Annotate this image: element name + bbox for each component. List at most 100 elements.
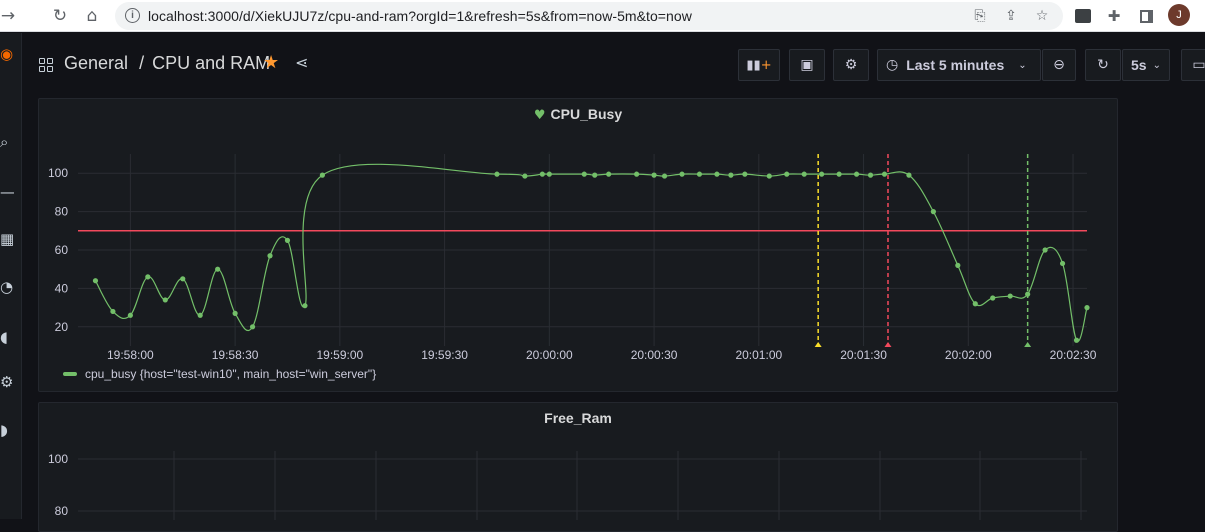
data-point bbox=[853, 171, 860, 177]
x-tick-label: 19:59:00 bbox=[316, 348, 363, 359]
grafana-sidenav: ◉ ⌕ — ▦ ◔ ◖ ⚙ ◗ bbox=[0, 33, 22, 519]
plus-icon[interactable]: — bbox=[0, 183, 14, 201]
shield-icon[interactable]: ◗ bbox=[0, 421, 14, 439]
breadcrumb-separator: / bbox=[139, 53, 145, 73]
data-point bbox=[546, 171, 552, 177]
url-text[interactable]: localhost:3000/d/XiekUJU7z/cpu-and-ram?o… bbox=[148, 8, 692, 24]
y-tick-label: 40 bbox=[55, 281, 69, 295]
breadcrumb-folder[interactable]: General bbox=[64, 53, 128, 73]
refresh-interval-picker[interactable]: 5s ⌄ bbox=[1122, 49, 1170, 81]
translate-icon[interactable]: ⎘ bbox=[971, 7, 989, 25]
ram-chart[interactable]: 80 100 bbox=[39, 403, 1119, 520]
data-point bbox=[319, 172, 325, 178]
gear-icon: ⚙ bbox=[844, 57, 858, 73]
data-point bbox=[267, 253, 273, 259]
dashboard-grid-icon bbox=[39, 58, 53, 72]
data-point bbox=[801, 171, 807, 177]
share-dashboard-icon[interactable]: ⋖ bbox=[295, 53, 308, 72]
dashboard-navbar: General / CPU and RAM ★ ⋖ ▮▮+ ▣ ⚙ ◷ Last… bbox=[23, 33, 1205, 97]
site-info-icon[interactable]: i bbox=[125, 8, 140, 23]
data-point bbox=[651, 172, 657, 178]
bookmark-star-icon[interactable]: ☆ bbox=[1033, 7, 1051, 25]
add-panel-icon: ▮▮+ bbox=[746, 57, 772, 73]
refresh-button[interactable]: ↻ bbox=[1085, 49, 1121, 81]
refresh-interval-label: 5s bbox=[1131, 57, 1147, 73]
breadcrumb: General / CPU and RAM bbox=[64, 53, 270, 74]
data-point bbox=[930, 209, 936, 215]
y-tick-label: 80 bbox=[55, 504, 69, 518]
add-panel-button[interactable]: ▮▮+ bbox=[738, 49, 780, 81]
time-range-picker[interactable]: ◷ Last 5 minutes ⌄ bbox=[877, 49, 1041, 81]
avatar[interactable]: J bbox=[1168, 4, 1190, 26]
sidepanel-icon[interactable] bbox=[1136, 6, 1156, 26]
data-point bbox=[742, 171, 748, 177]
tv-mode-button[interactable]: ▭ bbox=[1181, 49, 1205, 81]
data-point bbox=[284, 237, 291, 243]
share-icon[interactable]: ⇪ bbox=[1002, 7, 1020, 25]
address-bar[interactable]: i localhost:3000/d/XiekUJU7z/cpu-and-ram… bbox=[115, 2, 1063, 30]
x-tick-label: 20:00:00 bbox=[526, 348, 573, 359]
cpu-chart[interactable]: 20 40 60 80 100 19:58:00 19:58:30 19:59:00 19:59… bbox=[39, 99, 1119, 359]
data-point bbox=[696, 171, 703, 177]
data-point bbox=[110, 308, 116, 315]
clock-icon: ◷ bbox=[886, 57, 899, 73]
search-icon[interactable]: ⌕ bbox=[0, 133, 14, 151]
dashboards-icon[interactable]: ▦ bbox=[0, 230, 14, 248]
data-point bbox=[215, 266, 221, 272]
save-icon: ▣ bbox=[800, 57, 814, 73]
page-title[interactable]: CPU and RAM bbox=[152, 53, 270, 73]
data-point bbox=[972, 301, 978, 307]
data-point bbox=[661, 173, 668, 179]
data-point bbox=[881, 171, 888, 177]
favorite-star-icon[interactable]: ★ bbox=[263, 52, 279, 73]
data-point bbox=[606, 171, 612, 177]
cpu-panel: ♥ CPU_Busy 20 40 60 80 100 19:58:00 19:58:30 19:… bbox=[38, 98, 1118, 392]
x-tick-label: 20:01:00 bbox=[735, 348, 782, 359]
dashboard-settings-button[interactable]: ⚙ bbox=[833, 49, 869, 81]
y-tick-label: 80 bbox=[55, 205, 69, 219]
chevron-down-icon: ⌄ bbox=[1152, 59, 1161, 71]
data-point bbox=[522, 173, 528, 179]
data-point bbox=[867, 172, 874, 178]
data-point bbox=[634, 171, 640, 177]
data-point bbox=[819, 171, 825, 177]
data-point bbox=[92, 278, 99, 284]
forward-arrow-icon[interactable]: → bbox=[0, 4, 20, 28]
data-point bbox=[539, 171, 545, 177]
reload-icon[interactable]: ↻ bbox=[48, 4, 72, 28]
explore-icon[interactable]: ◔ bbox=[0, 278, 14, 296]
refresh-icon: ↻ bbox=[1097, 57, 1109, 73]
monitor-icon: ▭ bbox=[1192, 57, 1205, 73]
y-tick-label: 100 bbox=[48, 452, 68, 466]
y-tick-label: 60 bbox=[55, 243, 69, 257]
extension-icon[interactable] bbox=[1073, 6, 1093, 26]
time-range-label: Last 5 minutes bbox=[906, 57, 1005, 73]
x-tick-label: 20:00:30 bbox=[631, 348, 678, 359]
series-line-cpu-busy bbox=[94, 163, 1088, 342]
annotation-marker bbox=[1024, 342, 1032, 347]
browser-toolbar: → ↻ ⌂ i localhost:3000/d/XiekUJU7z/cpu-a… bbox=[0, 0, 1205, 32]
settings-icon[interactable]: ⚙ bbox=[0, 373, 14, 391]
home-icon[interactable]: ⌂ bbox=[80, 4, 104, 28]
zoom-out-button[interactable]: ⊖ bbox=[1042, 49, 1076, 81]
save-dashboard-button[interactable]: ▣ bbox=[789, 49, 825, 81]
data-point bbox=[784, 171, 790, 177]
x-tick-label: 19:58:30 bbox=[212, 348, 259, 359]
data-point bbox=[836, 171, 842, 177]
data-point bbox=[990, 295, 996, 301]
y-tick-label: 100 bbox=[48, 166, 68, 180]
x-tick-label: 20:02:00 bbox=[945, 348, 992, 359]
alert-bell-icon[interactable]: ◖ bbox=[0, 328, 14, 346]
data-point bbox=[162, 297, 168, 303]
x-tick-label: 20:01:30 bbox=[840, 348, 887, 359]
puzzle-icon[interactable]: ✚ bbox=[1104, 6, 1124, 26]
data-point bbox=[1007, 293, 1013, 299]
annotation-marker bbox=[884, 342, 892, 347]
legend-item[interactable]: cpu_busy {host="test-win10", main_host="… bbox=[63, 367, 376, 381]
data-point bbox=[145, 274, 151, 280]
data-point bbox=[581, 171, 587, 177]
data-point bbox=[1042, 247, 1048, 253]
grafana-logo-icon[interactable]: ◉ bbox=[0, 45, 14, 63]
data-point bbox=[232, 310, 238, 316]
data-point bbox=[679, 171, 685, 177]
